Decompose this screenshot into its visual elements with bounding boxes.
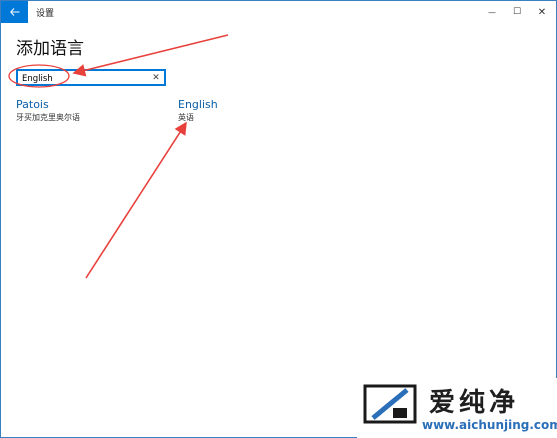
- language-result-english[interactable]: English 英语: [178, 98, 218, 123]
- settings-window: 设置 — ☐ ✕ 添加语言 ✕ Patois 牙买加克里奥尔语 English …: [0, 0, 557, 438]
- language-native-name: 英语: [178, 113, 194, 122]
- title-bar: 设置 — ☐ ✕: [1, 1, 556, 23]
- close-button[interactable]: ✕: [531, 4, 553, 20]
- language-name: Patois: [16, 98, 49, 111]
- watermark: 爱纯净 www.aichunjing.com: [357, 378, 557, 438]
- app-title: 设置: [36, 9, 55, 19]
- clear-search-icon[interactable]: ✕: [151, 71, 161, 84]
- close-icon: ✕: [537, 6, 547, 18]
- minimize-icon: —: [488, 7, 496, 17]
- language-search-box[interactable]: ✕: [16, 69, 166, 86]
- maximize-icon: ☐: [512, 7, 522, 17]
- page-title: 添加语言: [16, 39, 84, 59]
- minimize-button[interactable]: —: [481, 4, 503, 20]
- watermark-url: www.aichunjing.com: [422, 418, 557, 432]
- language-native-name: 牙买加克里奥尔语: [16, 113, 80, 122]
- maximize-button[interactable]: ☐: [506, 4, 528, 20]
- language-result-patois[interactable]: Patois 牙买加克里奥尔语: [16, 98, 80, 123]
- watermark-chinese: 爱纯净: [429, 388, 520, 418]
- back-arrow-icon: [9, 8, 19, 16]
- language-name: English: [178, 98, 218, 111]
- back-button[interactable]: [1, 1, 28, 23]
- watermark-logo: [363, 384, 417, 424]
- language-search-input[interactable]: [22, 72, 142, 85]
